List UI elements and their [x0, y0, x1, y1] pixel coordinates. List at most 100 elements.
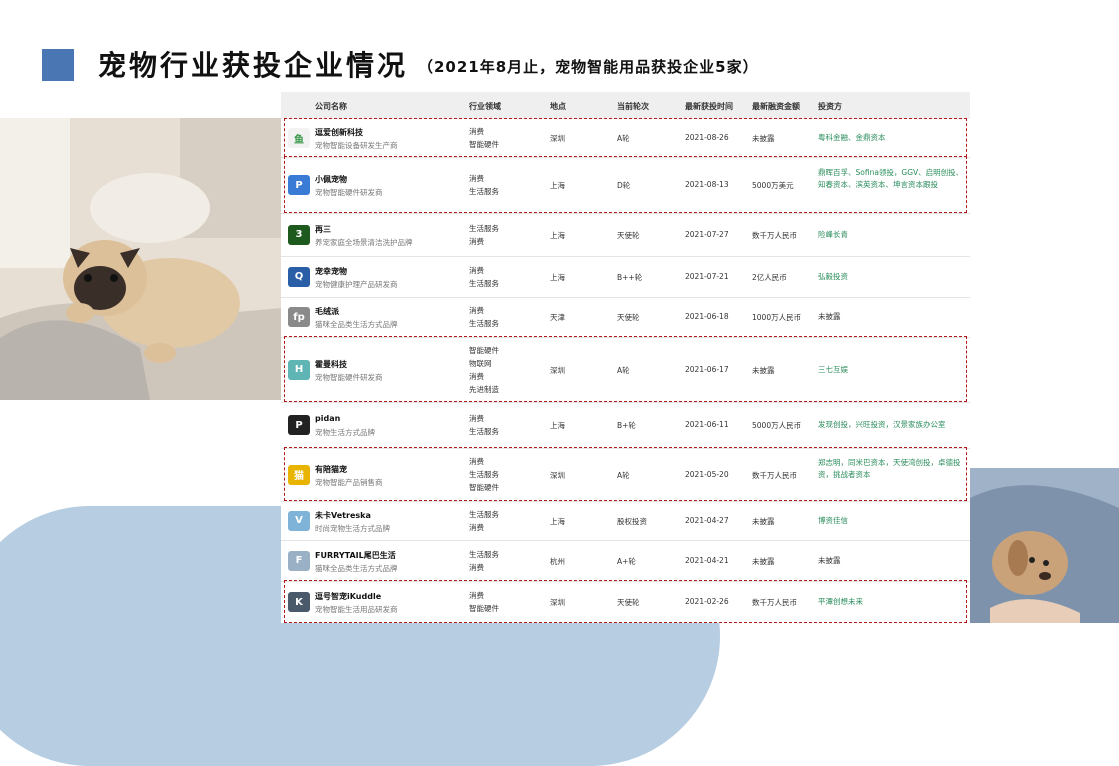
industry-tag: 消费: [469, 265, 484, 275]
cell-location: 上海: [550, 421, 565, 430]
industry-list: 智能硬件 物联网 消费 先进制造: [469, 344, 499, 396]
company-logo: V: [288, 510, 310, 531]
company-name: 再三: [315, 224, 331, 234]
industry-tag: 物联网: [469, 358, 492, 368]
investors-cell: 三七互娱: [818, 364, 848, 374]
company-logo: H: [288, 359, 310, 380]
industry-list: 消费 生活服务: [469, 264, 499, 290]
industry-tag: 消费: [469, 562, 484, 572]
cell-amount: 数千万人民币: [752, 470, 797, 480]
col-round: 当前轮次: [617, 102, 649, 111]
cell-round: A轮: [617, 470, 630, 480]
industry-tag: 智能硬件: [469, 140, 499, 149]
industry-list: 生活服务 消费: [469, 548, 499, 574]
cell-round: B++轮: [617, 272, 643, 282]
cell-round: A轮: [617, 134, 630, 143]
cell-amount: 数千万人民币: [752, 230, 797, 240]
table-row: P 小佩宠物 宠物智能硬件研发商 消费 生活服务 上海 D轮 2021-08-13 5000万美…: [281, 157, 970, 214]
industry-list: 消费 生活服务: [469, 172, 499, 198]
col-industry: 行业领域: [469, 102, 501, 111]
cell-date: 2021-05-20: [685, 469, 729, 479]
industry-tag: 消费: [469, 306, 484, 315]
investors-cell: 粤科金融、金鼎资本: [818, 133, 886, 142]
company-description: 宠物智能硬件研发商: [315, 188, 383, 197]
company-logo: 鱼: [288, 128, 310, 148]
industry-tag: 消费: [469, 457, 484, 466]
cell-date: 2021-07-27: [685, 229, 729, 239]
investors-cell: 郑志明，同米巴资本，天使湾创投，卓德投资，挑战者资本: [818, 457, 961, 479]
investors-cell: 未披露: [818, 312, 841, 321]
cell-location: 深圳: [550, 470, 565, 480]
company-logo: P: [288, 175, 310, 195]
industry-tag: 生活服务: [469, 278, 499, 288]
company-name: pidan: [315, 414, 341, 423]
investors-cell: 弘毅投资: [818, 271, 848, 281]
cell-location: 深圳: [550, 598, 565, 607]
company-logo: 猫: [288, 464, 310, 485]
investors-cell: 发现创投，兴旺投资，汉景家族办公室: [818, 420, 946, 429]
company-name: 逗爱创新科技: [315, 128, 363, 137]
industry-tag: 生活服务: [469, 187, 499, 196]
company-logo: fp: [288, 307, 310, 327]
industry-list: 消费 生活服务: [469, 412, 499, 438]
cell-amount: 未披露: [752, 516, 775, 526]
title-accent-square: [42, 49, 74, 81]
company-logo: Q: [288, 266, 310, 287]
table-row: F FURRYTAIL尾巴生活 猫咪全品类生活方式品牌 生活服务 消费 杭州 A+轮 2021…: [281, 540, 970, 582]
table-row: 鱼逗爱创新科技 宠物智能设备研发生产商 消费 智能硬件 深圳 A轮 2021-08-26 未披…: [281, 119, 970, 158]
cell-amount: 未披露: [752, 134, 775, 143]
table-row: H 霍曼科技 宠物智能硬件研发商 智能硬件 物联网 消费 先进制造 深圳 A轮 2021-06-1…: [281, 337, 970, 403]
cell-date: 2021-02-26: [685, 597, 729, 606]
cell-date: 2021-06-17: [685, 364, 729, 374]
industry-tag: 生活服务: [469, 427, 499, 436]
industry-tag: 生活服务: [469, 319, 499, 328]
investors-cell: 未披露: [818, 555, 841, 565]
company-name: 未卡Vetreska: [315, 510, 371, 520]
col-investors: 投资方: [818, 102, 842, 111]
cell-location: 杭州: [550, 556, 565, 566]
cell-location: 深圳: [550, 365, 565, 375]
industry-tag: 消费: [469, 522, 484, 532]
investors-cell: 鼎晖百孚、Sofina领投，GGV、启明创投、知春资本、滨英资本、坤言资本跟投: [818, 168, 964, 189]
company-name: 逗号智宠iKuddle: [315, 592, 382, 601]
pug-illustration: [0, 118, 282, 400]
industry-tag: 消费: [469, 236, 484, 246]
industry-list: 生活服务 消费: [469, 508, 499, 534]
cell-location: 上海: [550, 272, 565, 282]
industry-tag: 消费: [469, 414, 484, 423]
industry-tag: 生活服务: [469, 509, 499, 519]
cell-round: 天使轮: [617, 598, 640, 607]
industry-tag: 智能硬件: [469, 345, 499, 355]
table-row: K 逗号智宠iKuddle 宠物智能生活用品研发商 消费 智能硬件 深圳 天使轮 2021-0…: [281, 581, 970, 623]
cell-location: 上海: [550, 230, 565, 240]
page-subtitle: （2021年8月止，宠物智能用品获投企业5家）: [418, 58, 759, 76]
company-name: 有陪猫宠: [315, 464, 347, 474]
company-description: 猫咪全品类生活方式品牌: [315, 320, 398, 329]
industry-tag: 智能硬件: [469, 604, 499, 613]
cell-date: 2021-08-13: [685, 180, 729, 189]
col-location: 地点: [550, 102, 566, 111]
company-name: 毛绒派: [315, 307, 339, 316]
industry-tag: 生活服务: [469, 549, 499, 559]
puppy-illustration: [970, 468, 1119, 623]
page-title: 宠物行业获投企业情况: [98, 49, 409, 82]
company-description: 宠物健康护理产品研发商: [315, 279, 398, 289]
cell-round: 股权投资: [617, 516, 647, 526]
cell-location: 天津: [550, 313, 565, 322]
cell-date: 2021-06-18: [685, 312, 729, 321]
table-row: 3 再三 养宠家庭全场景清洁洗护品牌 生活服务 消费 上海 天使轮 2021-07-27 数千万…: [281, 213, 970, 257]
cell-date: 2021-04-21: [685, 555, 729, 565]
company-description: 宠物智能产品销售商: [315, 477, 383, 487]
company-logo: 3: [288, 224, 310, 245]
company-description: 猫咪全品类生活方式品牌: [315, 563, 398, 573]
company-logo: K: [288, 592, 310, 612]
table-row: 猫有陪猫宠 宠物智能产品销售商 消费 生活服务 智能硬件 深圳 A轮 2021-05-20 数千…: [281, 448, 970, 502]
industry-tag: 生活服务: [469, 223, 499, 233]
company-name: 小佩宠物: [315, 175, 347, 184]
table-row: fp 毛绒派 猫咪全品类生活方式品牌 消费 生活服务 天津 天使轮 2021-06-18 100…: [281, 297, 970, 338]
cell-amount: 1000万人民币: [752, 313, 802, 322]
investors-cell: 平潭创想未来: [818, 597, 863, 606]
industry-tag: 消费: [469, 174, 484, 183]
cell-round: 天使轮: [617, 230, 640, 240]
investors-cell: 险峰长青: [818, 229, 848, 239]
